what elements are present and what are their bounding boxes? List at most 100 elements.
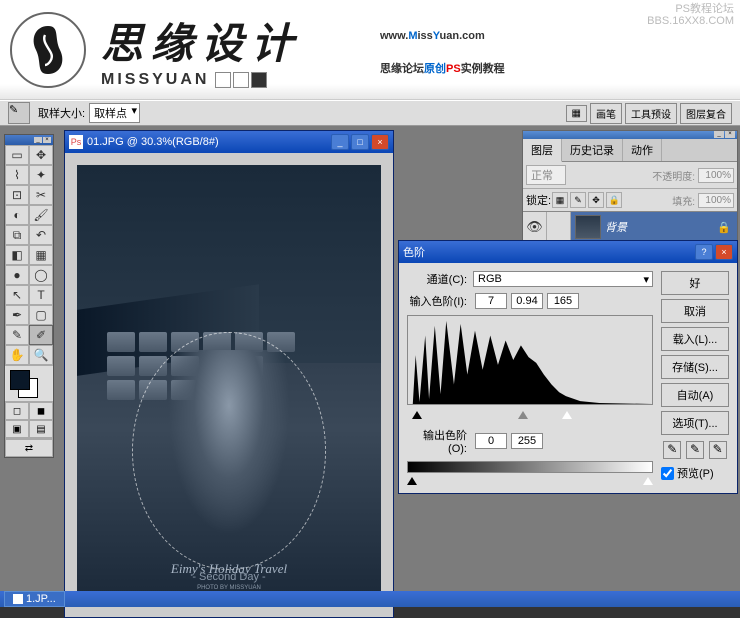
taskbar-item[interactable]: 1.JP...: [4, 591, 65, 607]
help-button[interactable]: ?: [695, 244, 713, 260]
auto-button[interactable]: 自动(A): [661, 383, 729, 407]
input-gamma-field[interactable]: [511, 293, 543, 309]
pen-tool[interactable]: ✒: [5, 305, 29, 325]
slice-tool[interactable]: ✂: [29, 185, 53, 205]
taskbar: 1.JP...: [0, 591, 740, 607]
channel-select[interactable]: RGB: [473, 271, 653, 287]
histogram: [407, 315, 653, 405]
screen-mode-1-icon[interactable]: ▣: [5, 420, 29, 438]
gradient-tool[interactable]: ▦: [29, 245, 53, 265]
levels-close-button[interactable]: ×: [715, 244, 733, 260]
eyedropper-tool-icon[interactable]: ✎: [8, 102, 30, 124]
preview-check-input[interactable]: [661, 467, 674, 480]
load-button[interactable]: 载入(L)...: [661, 327, 729, 351]
taskbar-doc-icon: [13, 594, 23, 604]
lock-pixels-icon[interactable]: ✎: [570, 192, 586, 208]
document-window: Ps 01.JPG @ 30.3%(RGB/8#) _ □ × Eimy's H…: [64, 130, 394, 618]
levels-dialog: 色阶 ? × 通道(C): RGB 输入色阶(I):: [398, 240, 738, 494]
output-gradient: [407, 461, 653, 473]
layer-link-slot[interactable]: [547, 212, 571, 242]
lock-all-icon[interactable]: 🔒: [606, 192, 622, 208]
brush-tool[interactable]: 🖌: [29, 205, 53, 225]
lock-transparency-icon[interactable]: ▦: [552, 192, 568, 208]
white-point-eyedropper[interactable]: ✎: [709, 441, 727, 459]
close-button[interactable]: ×: [371, 134, 389, 150]
fill-label: 填充:: [672, 193, 695, 208]
color-swatches[interactable]: [5, 365, 53, 401]
input-slider[interactable]: [407, 409, 653, 419]
tool-presets-button[interactable]: 工具预设: [625, 103, 677, 124]
history-brush-tool[interactable]: ↶: [29, 225, 53, 245]
maximize-button[interactable]: □: [351, 134, 369, 150]
layer-item[interactable]: 👁 背景 🔒: [523, 212, 737, 242]
foreground-color[interactable]: [10, 370, 30, 390]
preview-checkbox[interactable]: 预览(P): [661, 465, 729, 481]
save-button[interactable]: 存储(S)...: [661, 355, 729, 379]
channel-label: 通道(C):: [407, 271, 467, 287]
healing-brush-tool[interactable]: ◐: [5, 205, 29, 225]
ok-button[interactable]: 好: [661, 271, 729, 295]
black-point-eyedropper[interactable]: ✎: [663, 441, 681, 459]
document-titlebar[interactable]: Ps 01.JPG @ 30.3%(RGB/8#) _ □ ×: [65, 131, 393, 153]
sample-size-label: 取样大小:: [38, 105, 85, 121]
brand-block: 思缘设计 MISSYUAN: [101, 10, 301, 89]
hand-tool[interactable]: ✋: [5, 345, 29, 365]
quickmask-mode-icon[interactable]: ◼: [29, 402, 53, 420]
input-white-field[interactable]: [547, 293, 579, 309]
options-button[interactable]: 选项(T)...: [661, 411, 729, 435]
eraser-tool[interactable]: ◧: [5, 245, 29, 265]
toolbox-titlebar[interactable]: _×: [5, 135, 53, 145]
palette-well-icon[interactable]: ▦: [566, 105, 587, 122]
type-tool[interactable]: T: [29, 285, 53, 305]
screen-mode-2-icon[interactable]: ▤: [29, 420, 53, 438]
magic-wand-tool[interactable]: ✦: [29, 165, 53, 185]
minimize-button[interactable]: _: [331, 134, 349, 150]
crop-tool[interactable]: ⊡: [5, 185, 29, 205]
opacity-input[interactable]: 100%: [698, 168, 734, 183]
clone-stamp-tool[interactable]: ⧉: [5, 225, 29, 245]
layer-comps-button[interactable]: 图层复合: [680, 103, 732, 124]
jump-to-imageready-icon[interactable]: ⇄: [5, 439, 53, 457]
blur-tool[interactable]: ●: [5, 265, 29, 285]
layer-name: 背景: [605, 219, 627, 235]
levels-title: 色阶: [403, 244, 693, 260]
cancel-button[interactable]: 取消: [661, 299, 729, 323]
input-black-field[interactable]: [475, 293, 507, 309]
panel-titlebar[interactable]: _×: [523, 131, 737, 139]
brand-logo: [10, 12, 86, 88]
levels-titlebar[interactable]: 色阶 ? ×: [399, 241, 737, 263]
layer-thumbnail[interactable]: [575, 215, 601, 239]
canvas[interactable]: Eimy's Holiday Travel - Second Day - PHO…: [65, 153, 393, 617]
notes-tool[interactable]: ✎: [5, 325, 29, 345]
output-black-field[interactable]: [475, 433, 507, 449]
gray-point-eyedropper[interactable]: ✎: [686, 441, 704, 459]
eyedropper-tool[interactable]: ✐: [29, 325, 53, 345]
dodge-tool[interactable]: ◯: [29, 265, 53, 285]
sample-size-select[interactable]: 取样点: [89, 103, 140, 123]
zoom-tool[interactable]: 🔍: [29, 345, 53, 365]
options-bar: ✎ 取样大小: 取样点 ▦ 画笔 工具预设 图层复合: [0, 100, 740, 126]
panel-tabs: 图层 历史记录 动作: [523, 139, 737, 162]
blend-mode-select[interactable]: 正常: [526, 165, 566, 185]
tab-history[interactable]: 历史记录: [562, 139, 623, 161]
shape-tool[interactable]: ▢: [29, 305, 53, 325]
lasso-tool[interactable]: ⌇: [5, 165, 29, 185]
workspace: _× ▭ ✥ ⌇ ✦ ⊡ ✂ ◐ 🖌 ⧉ ↶ ◧ ▦ ● ◯ ↖ T ✒ ▢ ✎…: [0, 126, 740, 607]
standard-mode-icon[interactable]: ◻: [5, 402, 29, 420]
output-white-field[interactable]: [511, 433, 543, 449]
tagline: 思缘论坛原创PS实例教程: [380, 52, 505, 78]
move-tool[interactable]: ✥: [29, 145, 53, 165]
path-select-tool[interactable]: ↖: [5, 285, 29, 305]
lock-position-icon[interactable]: ✥: [588, 192, 604, 208]
brushes-button[interactable]: 画笔: [590, 103, 622, 124]
marquee-tool[interactable]: ▭: [5, 145, 29, 165]
photo-image: Eimy's Holiday Travel - Second Day - PHO…: [77, 165, 381, 605]
tab-layers[interactable]: 图层: [523, 139, 562, 162]
tab-actions[interactable]: 动作: [623, 139, 662, 161]
visibility-toggle-icon[interactable]: 👁: [523, 212, 547, 242]
fill-input[interactable]: 100%: [698, 193, 734, 208]
brand-cn: 思缘设计: [101, 10, 301, 71]
output-slider[interactable]: [407, 475, 653, 485]
elliptical-selection: [132, 332, 327, 570]
document-icon: Ps: [69, 135, 83, 149]
